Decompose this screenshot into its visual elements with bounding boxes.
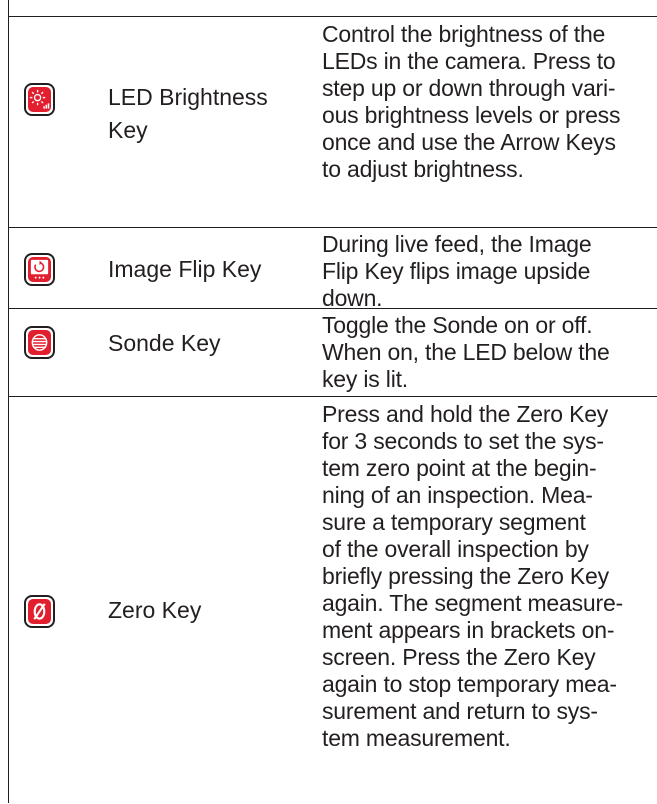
key-description-led-brightness: Control the brightness of the LEDs in th… <box>322 21 621 182</box>
key-name-zero-key: Zero Key <box>108 597 202 623</box>
table-row-sonde: Sonde Key Toggle the Sonde on or off. Wh… <box>9 308 657 392</box>
key-function-table: LED Brightness Key Control the brightnes… <box>8 0 657 803</box>
sonde-icon <box>24 326 55 359</box>
key-name-image-flip: Image Flip Key <box>108 256 262 282</box>
key-description-sonde: Toggle the Sonde on or off. When on, the… <box>322 312 610 392</box>
key-description-zero-key: Press and hold the Zero Key for 3 second… <box>322 401 624 751</box>
led-brightness-icon <box>24 83 55 116</box>
image-flip-icon <box>24 253 55 286</box>
key-name-led-brightness: LED Brightness Key <box>108 84 268 143</box>
zero-key-icon <box>24 595 55 628</box>
key-description-image-flip: During live feed, the Image Flip Key fli… <box>322 231 592 311</box>
table-row-image-flip: Image Flip Key During live feed, the Ima… <box>9 227 657 311</box>
table-row-zero-key: Zero Key Press and hold the Zero Key for… <box>9 396 657 804</box>
table-row-led-brightness: LED Brightness Key Control the brightnes… <box>9 16 657 183</box>
key-name-sonde: Sonde Key <box>108 330 221 356</box>
